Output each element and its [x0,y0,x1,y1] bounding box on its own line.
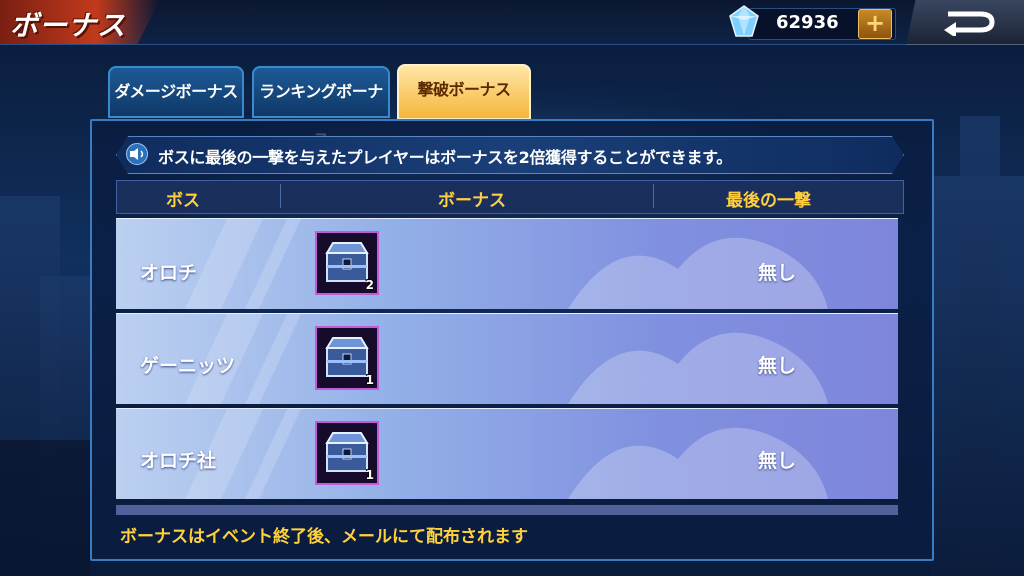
gem-count: 62936 [776,12,839,33]
boss-name: ゲーニッツ [140,355,236,377]
table-row-partial [116,505,898,515]
reward-item[interactable]: 2 [315,231,379,295]
diamond-icon [729,5,759,37]
item-quantity: 1 [365,373,374,387]
column-divider [653,184,654,208]
last-hit-status: 無し [758,450,797,472]
boss-name: オロチ社 [140,450,217,472]
notice-text: ボスに最後の一撃を与えたプレイヤーはボーナスを2倍獲得することができます。 [158,148,732,167]
boss-name: オロチ [140,262,198,284]
page-title: ボーナス [10,9,127,42]
tab-ranking-bonus[interactable]: ランキングボーナス [252,66,390,149]
reward-item[interactable]: 1 [315,326,379,390]
footer-note: ボーナスはイベント終了後、メールにて配布されます [120,527,528,547]
tab-defeat-bonus[interactable]: 撃破ボーナス [397,64,531,120]
add-gems-button[interactable]: + [858,9,892,39]
back-arrow-icon [944,11,995,36]
tab-damage-bonus[interactable]: ダメージボーナス [108,66,244,118]
column-header-boss: ボス [166,191,200,211]
column-header-bonus: ボーナス [438,191,506,211]
back-button[interactable] [906,0,1024,45]
column-header-last-hit: 最後の一撃 [726,191,811,211]
item-quantity: 2 [365,278,374,292]
last-hit-status: 無し [758,262,797,284]
speaker-icon [126,143,148,165]
column-divider [280,184,281,208]
reward-item[interactable]: 1 [315,421,379,485]
last-hit-status: 無し [758,355,797,377]
item-quantity: 1 [365,468,374,482]
